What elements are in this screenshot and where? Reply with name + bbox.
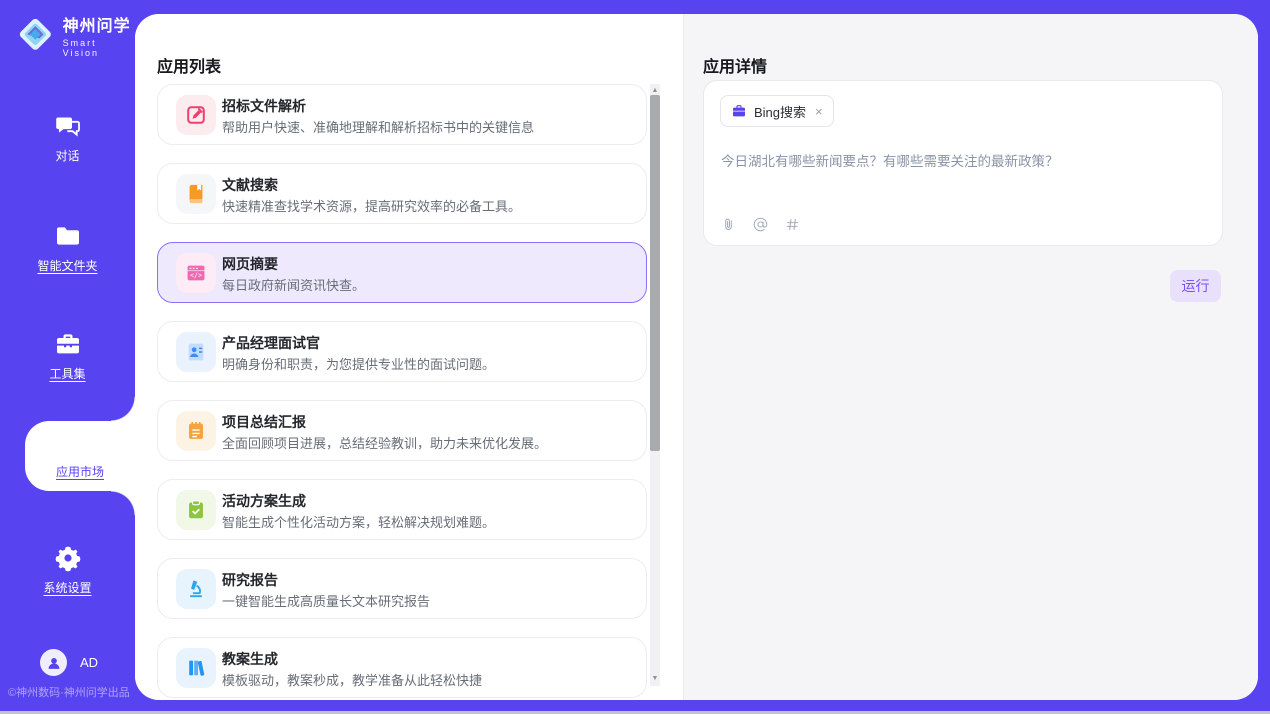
app-item-title: 产品经理面试官 xyxy=(222,333,320,353)
sidebar-nav-item[interactable]: 系统设置 xyxy=(0,544,135,597)
sidebar-nav-item[interactable]: 应用市场 xyxy=(25,421,135,491)
webpage-icon: </> xyxy=(185,262,207,284)
tool-chip-bing-search[interactable]: Bing搜索 × xyxy=(720,95,834,127)
book-icon xyxy=(185,183,207,205)
app-item-description: 智能生成个性化活动方案，轻松解决规划难题。 xyxy=(222,512,495,531)
brand: 神州问学 Smart Vision xyxy=(16,12,135,58)
person-icon xyxy=(45,654,63,672)
gear-icon xyxy=(54,544,82,572)
sidebar-nav-label: 对话 xyxy=(55,147,79,164)
notepad-icon xyxy=(176,411,216,451)
scrollbar-thumb[interactable] xyxy=(650,95,660,451)
app-list-item[interactable]: 项目总结汇报 全面回顾项目进展，总结经验教训，助力未来优化发展。 xyxy=(157,400,647,461)
notepad-icon xyxy=(185,420,207,442)
bid-edit-icon xyxy=(185,104,207,126)
app-item-description: 快速精准查找学术资源，提高研究效率的必备工具。 xyxy=(222,196,521,215)
book-icon xyxy=(176,174,216,214)
app-item-title: 文献搜索 xyxy=(222,175,278,195)
brand-name: 神州问学 xyxy=(63,12,135,36)
clipboard-check-icon xyxy=(185,499,207,521)
cube-icon xyxy=(66,431,94,459)
interviewer-icon xyxy=(185,341,207,363)
tool-chip-label: Bing搜索 xyxy=(754,102,806,121)
app-window: 神州问学 Smart Vision 对话 智能文件夹 工具集 xyxy=(0,0,1270,711)
app-list-panel: 应用列表 招标文件解析 帮助用户快速、准确地理解和解析招标书中的关键信息 文献搜… xyxy=(135,14,683,700)
person-icon xyxy=(45,654,63,672)
main-content: 应用列表 招标文件解析 帮助用户快速、准确地理解和解析招标书中的关键信息 文献搜… xyxy=(135,14,1258,700)
app-item-description: 每日政府新闻资讯快查。 xyxy=(222,275,365,294)
query-input-text[interactable]: 今日湖北有哪些新闻要点？有哪些需要关注的最新政策？ xyxy=(721,150,1201,170)
folder-icon xyxy=(54,222,82,250)
attachment-toolbar xyxy=(721,217,800,232)
avatar xyxy=(40,649,67,676)
logo-diamond xyxy=(16,15,55,54)
chip-close-icon[interactable]: × xyxy=(815,104,823,119)
app-list-title: 应用列表 xyxy=(157,53,221,77)
microscope-icon xyxy=(176,569,216,609)
app-list-item[interactable]: 产品经理面试官 明确身份和职责，为您提供专业性的面试问题。 xyxy=(157,321,647,382)
cube-icon xyxy=(66,431,94,459)
query-card: Bing搜索 × 今日湖北有哪些新闻要点？有哪些需要关注的最新政策？ xyxy=(703,80,1223,246)
sidebar: 神州问学 Smart Vision 对话 智能文件夹 工具集 xyxy=(0,0,135,711)
brand-logo-icon xyxy=(16,15,55,55)
at-mention-icon[interactable] xyxy=(753,217,768,232)
run-button[interactable]: 运行 xyxy=(1170,270,1221,302)
books-icon xyxy=(176,648,216,688)
chat-icon xyxy=(54,112,82,140)
user-account[interactable]: AD xyxy=(40,649,98,676)
chat-icon xyxy=(54,112,82,140)
app-list-item[interactable]: 招标文件解析 帮助用户快速、准确地理解和解析招标书中的关键信息 xyxy=(157,84,647,145)
sidebar-nav-item[interactable]: 智能文件夹 xyxy=(0,222,135,275)
clipboard-check-icon xyxy=(176,490,216,530)
app-list-item[interactable]: 教案生成 模板驱动，教案秒成，教学准备从此轻松快捷 xyxy=(157,637,647,698)
bid-edit-icon xyxy=(176,95,216,135)
app-list-item[interactable]: </> 网页摘要 每日政府新闻资讯快查。 xyxy=(157,242,647,303)
gear-icon xyxy=(54,544,82,572)
app-item-title: 项目总结汇报 xyxy=(222,412,306,432)
sidebar-nav-item[interactable]: 对话 xyxy=(0,112,135,165)
paperclip-icon[interactable] xyxy=(721,217,736,232)
toolbox-icon xyxy=(54,330,82,358)
at-icon xyxy=(753,217,768,232)
app-item-title: 活动方案生成 xyxy=(222,491,306,511)
app-list: 招标文件解析 帮助用户快速、准确地理解和解析招标书中的关键信息 文献搜索 快速精… xyxy=(157,84,647,700)
scrollbar-down-arrow[interactable]: ▼ xyxy=(650,674,660,684)
app-detail-title: 应用详情 xyxy=(703,53,767,77)
svg-text:</>: </> xyxy=(190,271,202,279)
app-item-title: 网页摘要 xyxy=(222,254,278,274)
app-item-description: 全面回顾项目进展，总结经验教训，助力未来优化发展。 xyxy=(222,433,547,452)
app-list-item[interactable]: 文献搜索 快速精准查找学术资源，提高研究效率的必备工具。 xyxy=(157,163,647,224)
app-item-description: 帮助用户快速、准确地理解和解析招标书中的关键信息 xyxy=(222,117,534,136)
sidebar-nav-label: 智能文件夹 xyxy=(37,257,97,274)
webpage-icon: </> xyxy=(176,253,216,293)
app-item-description: 模板驱动，教案秒成，教学准备从此轻松快捷 xyxy=(222,670,482,689)
briefcase-icon xyxy=(731,103,747,119)
interviewer-icon xyxy=(176,332,216,372)
hash-tag-icon[interactable] xyxy=(785,217,800,232)
user-initials: AD xyxy=(80,655,98,670)
brand-tagline: Smart Vision xyxy=(63,38,135,58)
toolbox-icon xyxy=(54,330,82,358)
hash-icon xyxy=(785,217,800,232)
app-item-description: 一键智能生成高质量长文本研究报告 xyxy=(222,591,430,610)
folder-icon xyxy=(54,222,82,250)
sidebar-nav-label: 系统设置 xyxy=(43,579,91,596)
paperclip-icon xyxy=(721,217,736,232)
app-detail-panel: 应用详情 Bing搜索 × 今日湖北有哪些新闻要点？有哪些需要关注的最新政策？ … xyxy=(683,14,1258,700)
app-list-item[interactable]: 活动方案生成 智能生成个性化活动方案，轻松解决规划难题。 xyxy=(157,479,647,540)
app-item-title: 研究报告 xyxy=(222,570,278,590)
books-icon xyxy=(185,657,207,679)
sidebar-nav-item[interactable]: 工具集 xyxy=(0,330,135,383)
briefcase-icon xyxy=(731,103,747,119)
sidebar-nav-label: 应用市场 xyxy=(56,463,104,480)
app-item-title: 招标文件解析 xyxy=(222,96,306,116)
copyright-text: ©神州数码·神州问学出品 xyxy=(8,684,130,700)
app-list-item[interactable]: 研究报告 一键智能生成高质量长文本研究报告 xyxy=(157,558,647,619)
microscope-icon xyxy=(185,578,207,600)
app-item-title: 教案生成 xyxy=(222,649,278,669)
sidebar-nav-label: 工具集 xyxy=(49,365,85,382)
app-item-description: 明确身份和职责，为您提供专业性的面试问题。 xyxy=(222,354,495,373)
